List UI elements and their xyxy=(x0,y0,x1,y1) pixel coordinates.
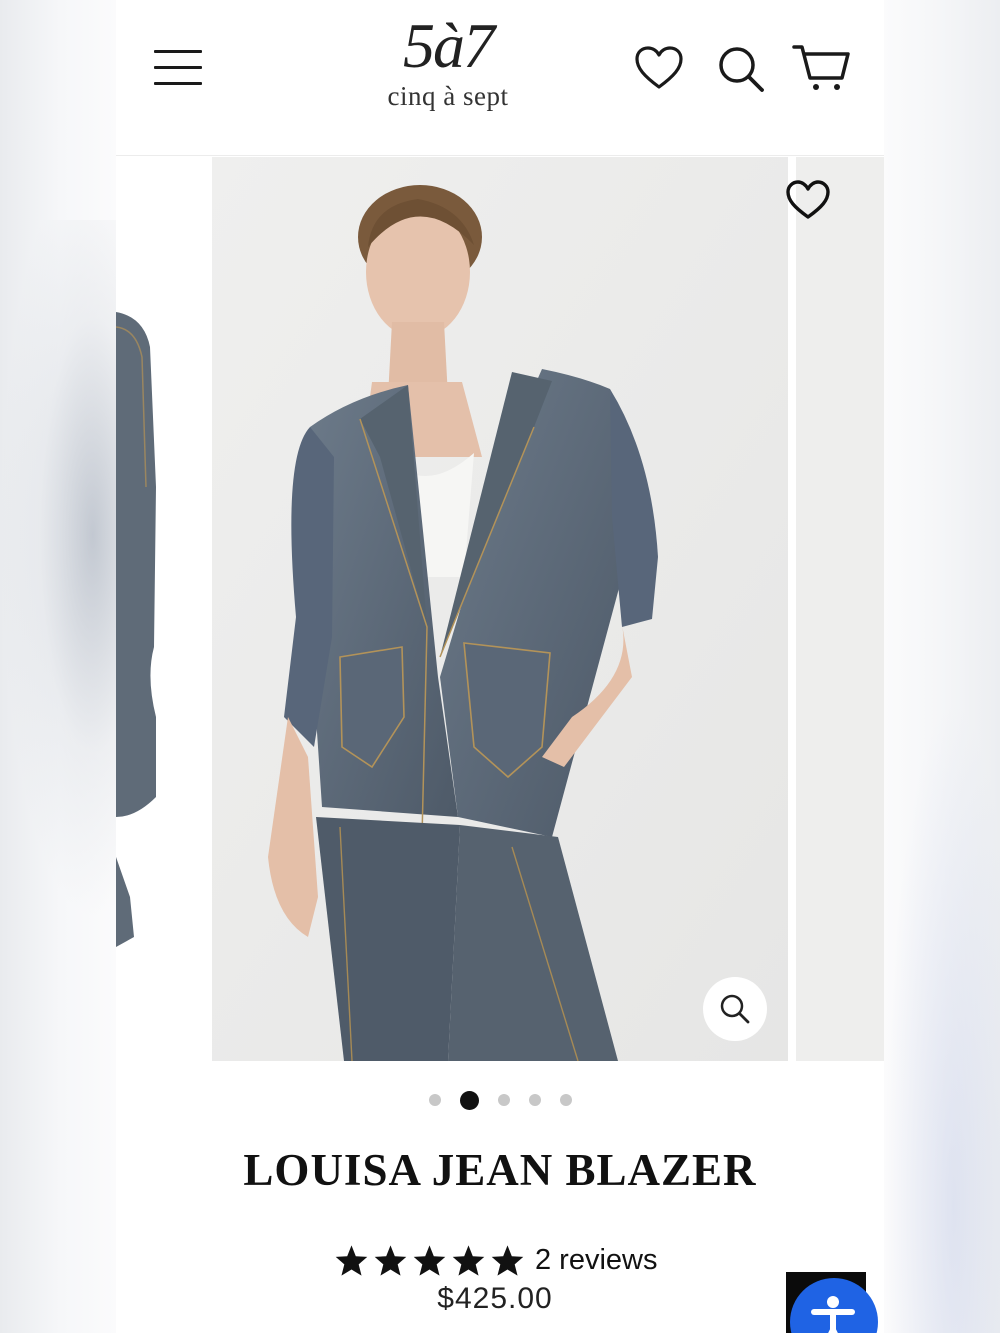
search-icon[interactable] xyxy=(714,42,768,96)
zoom-button[interactable] xyxy=(703,977,767,1041)
favorite-heart-icon[interactable] xyxy=(784,179,832,221)
brand-logo[interactable]: 5à7 cinq à sept xyxy=(356,8,540,128)
reviews-link[interactable]: 2 reviews xyxy=(535,1244,658,1277)
carousel-dot[interactable] xyxy=(497,1094,510,1106)
magnifier-icon xyxy=(720,994,750,1024)
accessibility-person-icon xyxy=(811,1296,855,1333)
product-rating[interactable]: 2 reviews xyxy=(334,1240,658,1280)
next-slide-image[interactable] xyxy=(796,157,884,1061)
star-icon xyxy=(452,1244,485,1276)
product-page: 5à7 cinq à sept LOUISA JEAN BLAZER 2 rev… xyxy=(116,0,884,1333)
logo-mark: 5à7 xyxy=(403,10,495,81)
star-icon xyxy=(374,1244,407,1276)
background-blur-left xyxy=(0,220,116,920)
carousel-dot[interactable] xyxy=(428,1094,441,1106)
site-header: 5à7 cinq à sept xyxy=(116,0,884,156)
carousel-dot-active[interactable] xyxy=(459,1090,479,1110)
star-rating xyxy=(334,1244,525,1277)
product-title: LOUISA JEAN BLAZER xyxy=(243,1145,757,1195)
product-image-carousel[interactable] xyxy=(116,157,884,1061)
star-icon xyxy=(413,1244,446,1276)
product-price: $425.00 xyxy=(437,1282,553,1315)
star-icon xyxy=(491,1244,524,1276)
heart-icon[interactable] xyxy=(632,42,686,96)
background-blur-right xyxy=(884,700,1000,1333)
logo-subtitle: cinq à sept xyxy=(387,81,509,111)
main-product-image[interactable] xyxy=(212,157,788,1061)
star-icon xyxy=(335,1244,368,1276)
carousel-dot[interactable] xyxy=(528,1094,541,1106)
previous-slide-image[interactable] xyxy=(116,157,204,1061)
carousel-dot[interactable] xyxy=(559,1094,572,1106)
carousel-dots xyxy=(116,1088,884,1112)
hamburger-menu-icon[interactable] xyxy=(154,50,204,86)
accessibility-button[interactable] xyxy=(790,1278,878,1333)
cart-icon[interactable] xyxy=(792,42,852,96)
